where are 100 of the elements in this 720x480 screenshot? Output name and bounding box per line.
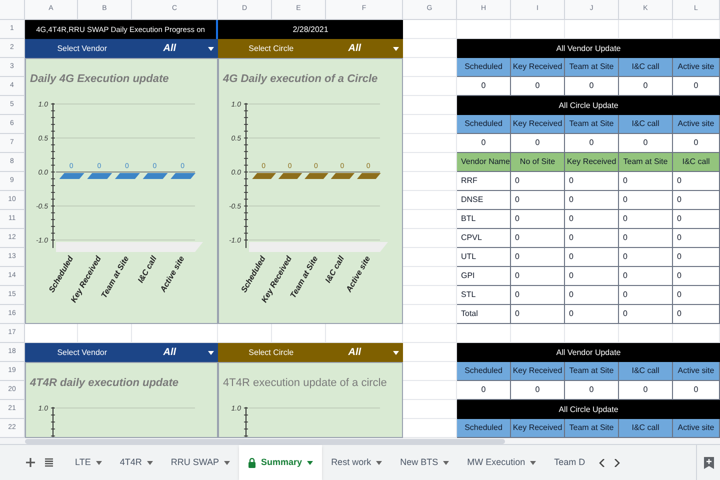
table-cell: 0 — [511, 191, 565, 210]
y-axis — [244, 406, 248, 437]
table-cell: 0 — [673, 191, 720, 210]
column-heading: Team at Site — [565, 115, 619, 134]
select-dropdown[interactable]: Select Circle All — [218, 39, 403, 58]
table-cell: 0 — [565, 77, 619, 96]
sheet-tab[interactable]: MW Execution — [458, 445, 546, 480]
column-heading: Active site — [673, 419, 720, 438]
table-cell: 0 — [673, 229, 720, 248]
table-cell: RRF — [457, 172, 511, 191]
horizontal-scrollbar[interactable] — [25, 438, 505, 444]
table-cell: 0 — [511, 267, 565, 286]
table-title: All Circle Update — [457, 96, 720, 115]
sheet-tab[interactable]: 4T4R — [110, 445, 162, 480]
table-cell: 0 — [511, 248, 565, 267]
caret-icon — [96, 460, 102, 464]
add-sheet-icon — [26, 458, 34, 467]
sheet-tab[interactable]: Summary — [239, 445, 322, 480]
table-cell: 0 — [619, 210, 673, 229]
chart-title: 4G Daily execution of a Circle — [223, 72, 378, 87]
table-cell: 0 — [565, 229, 619, 248]
table-cell: 0 — [511, 77, 565, 96]
sheet-tab[interactable]: Team D — [545, 445, 594, 480]
select-all-corner[interactable] — [0, 0, 25, 20]
column-heading: Active site — [673, 58, 720, 77]
caret-icon — [208, 350, 214, 354]
table-cell: 0 — [565, 134, 619, 153]
table-cell: CPVL — [457, 229, 511, 248]
column-heading: Key Received — [511, 115, 565, 134]
caret-icon — [376, 460, 382, 464]
table-cell: BTL — [457, 210, 511, 229]
chart-bar — [252, 173, 276, 179]
table-cell: 0 — [511, 210, 565, 229]
column-heading: Vendor Name — [457, 153, 511, 172]
table-title: All Vendor Update — [457, 343, 720, 362]
column-heading: Active site — [673, 362, 720, 381]
table-cell: 0 — [619, 381, 673, 400]
select-dropdown[interactable]: Select Circle All — [218, 343, 403, 362]
table-cell: 0 — [619, 134, 673, 153]
table-title: All Circle Update — [457, 400, 720, 419]
column-heading: Key Received — [511, 362, 565, 381]
table-cell: 0 — [673, 305, 720, 324]
y-axis — [50, 406, 56, 437]
column-heading: Scheduled — [457, 419, 511, 438]
chart-bar — [142, 173, 168, 179]
chart-bar — [170, 173, 196, 179]
caret-icon — [146, 460, 153, 464]
table-cell: 0 — [619, 77, 673, 96]
chart-bar — [87, 173, 112, 179]
select-dropdown[interactable]: Select Vendor All — [25, 39, 218, 58]
table-cell: 0 — [565, 267, 619, 286]
explore-icon[interactable] — [704, 456, 714, 468]
table-cell: 0 — [673, 210, 720, 229]
report-date: 2/28/2021 — [218, 20, 403, 39]
select-dropdown[interactable]: Select Vendor All — [25, 343, 218, 362]
column-heading: Team at Site — [619, 153, 673, 172]
sheet-tab[interactable]: New BTS — [391, 445, 458, 480]
table-cell: UTL — [457, 248, 511, 267]
table-cell: STL — [457, 286, 511, 305]
table-cell: 0 — [457, 381, 511, 400]
chart-title: Daily 4G Execution update — [30, 72, 169, 87]
sheet-tab[interactable]: LTE — [66, 445, 111, 480]
table-cell: 0 — [565, 381, 619, 400]
sheet-tab[interactable]: RRU SWAP — [162, 445, 240, 480]
chart-bar — [278, 173, 302, 179]
column-heading: I&C call — [619, 419, 673, 438]
column-heading: Active site — [673, 115, 720, 134]
caret-icon — [443, 460, 450, 464]
table-cell: 0 — [619, 267, 673, 286]
table-cell: 0 — [565, 210, 619, 229]
caret-icon — [307, 460, 314, 464]
table-cell: 0 — [673, 267, 720, 286]
chart-bar — [114, 173, 140, 179]
sheet-cell[interactable] — [403, 324, 457, 343]
table-title: All Vendor Update — [457, 39, 720, 58]
caret-icon — [393, 350, 399, 354]
table-cell: DNSE — [457, 191, 511, 210]
table-cell: Total — [457, 305, 511, 324]
table-cell: 0 — [619, 229, 673, 248]
column-heading: Team at Site — [565, 362, 619, 381]
table-cell: 0 — [565, 172, 619, 191]
chart-bar — [330, 173, 355, 179]
table-cell: 0 — [619, 286, 673, 305]
table-cell: 0 — [511, 172, 565, 191]
column-heading: Key Received — [565, 153, 619, 172]
column-heading: Scheduled — [457, 58, 511, 77]
table-cell: 0 — [673, 134, 720, 153]
table-cell: 0 — [565, 248, 619, 267]
sheet-tab[interactable]: Rest work — [322, 445, 392, 480]
column-heading: Scheduled — [457, 115, 511, 134]
caret-icon — [224, 460, 230, 464]
table-cell: 0 — [619, 305, 673, 324]
scroll-left-icon[interactable] — [598, 458, 605, 466]
table-cell: 0 — [673, 172, 720, 191]
column-heading: Team at Site — [565, 419, 619, 438]
table-cell: 0 — [511, 305, 565, 324]
table-cell: 0 — [619, 191, 673, 210]
scroll-right-icon[interactable] — [614, 458, 620, 466]
lock-icon — [248, 458, 256, 468]
table-cell: 0 — [619, 172, 673, 191]
